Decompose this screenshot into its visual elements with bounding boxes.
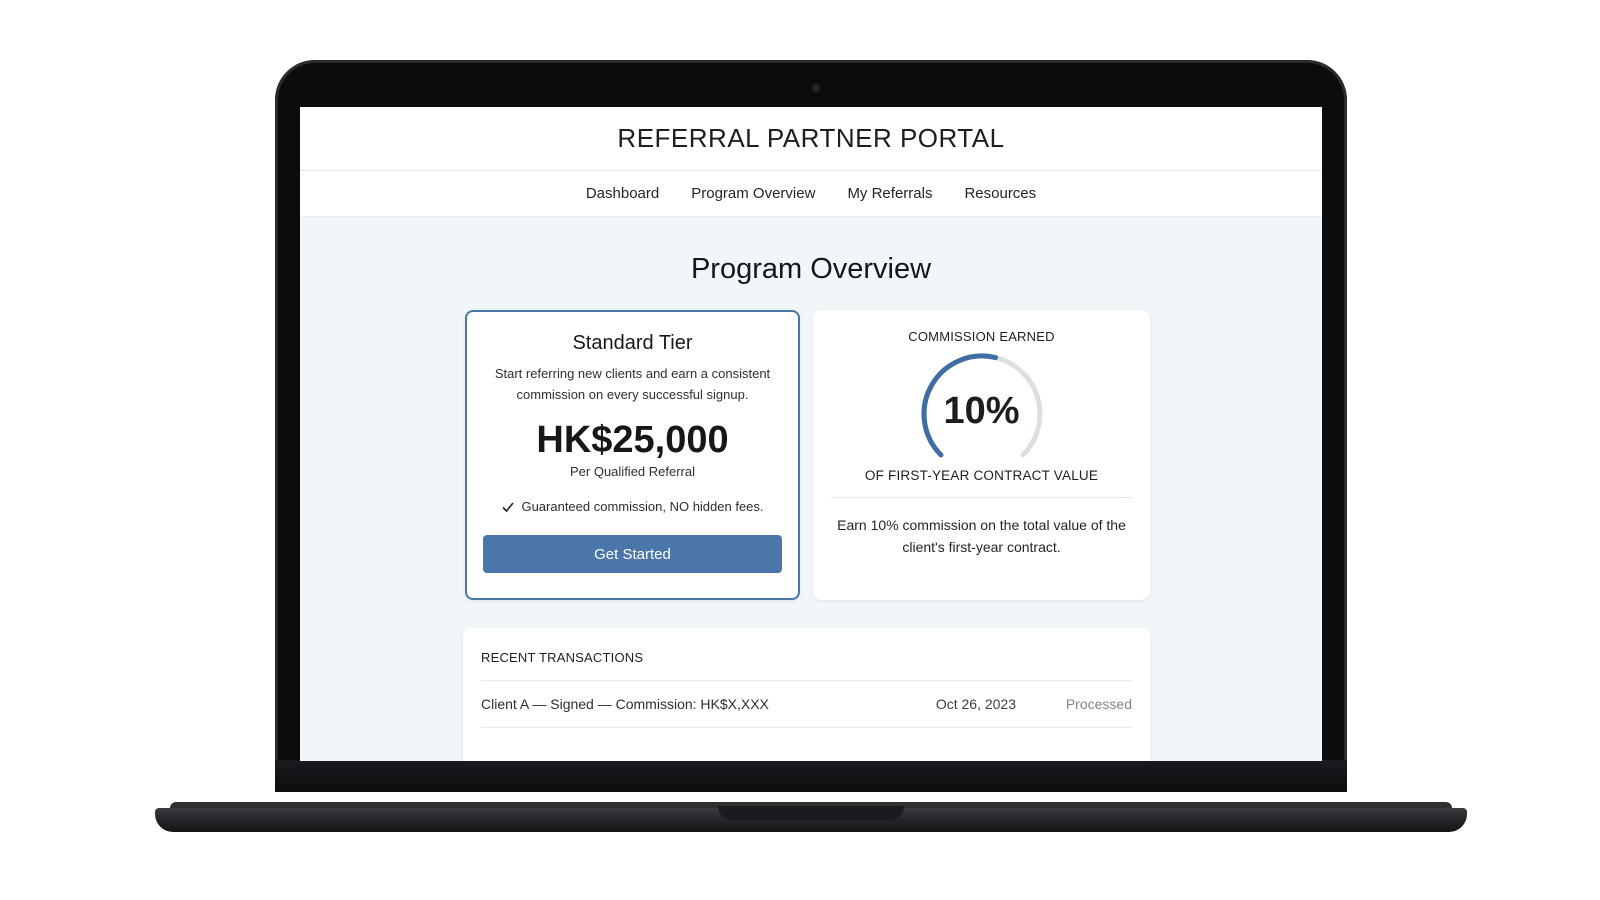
portal-header: REFERRAL PARTNER PORTAL: [300, 107, 1322, 171]
page-title: Program Overview: [690, 253, 932, 285]
tier-amount: HK$25,000: [536, 419, 729, 461]
commission-description: Earn 10% commission on the total value o…: [837, 517, 1126, 555]
nav-item-resources[interactable]: Resources: [964, 185, 1036, 202]
commission-card: COMMISSION EARNED 10% OF FIRST-YEAR CONT…: [813, 310, 1150, 600]
laptop-notch: [718, 806, 904, 820]
camera-icon: [812, 84, 820, 92]
transaction-date: Oct 26, 2023: [935, 696, 1017, 712]
transaction-status: Processed: [1065, 696, 1132, 712]
transaction-description: Client A — Signed — Commission: HK$X,XXX: [481, 696, 769, 712]
divider: [481, 727, 1132, 728]
nav-item-program-overview[interactable]: Program Overview: [691, 185, 815, 202]
nav-item-dashboard[interactable]: Dashboard: [586, 185, 659, 202]
guarantee-line: Guaranteed commission, NO hidden fees.: [467, 499, 798, 514]
get-started-button[interactable]: Get Started: [483, 535, 782, 573]
transactions-title: RECENT TRANSACTIONS: [481, 650, 644, 665]
nav-item-my-referrals[interactable]: My Referrals: [847, 185, 932, 202]
divider: [831, 497, 1132, 498]
commission-gauge: 10%: [907, 352, 1057, 472]
commission-title: COMMISSION EARNED: [908, 329, 1055, 344]
tier-name: Standard Tier: [572, 332, 693, 354]
portal-title: REFERRAL PARTNER PORTAL: [617, 123, 1005, 153]
tier-description: Start referring new clients and earn a c…: [494, 366, 771, 402]
guarantee-text: Guaranteed commission, NO hidden fees.: [521, 499, 764, 514]
commission-percent: 10%: [943, 390, 1020, 432]
transaction-row[interactable]: Client A — Signed — Commission: HK$X,XXX…: [463, 681, 1150, 727]
laptop-chin: [275, 760, 1347, 792]
main-nav: Dashboard Program Overview My Referrals …: [300, 171, 1322, 217]
tier-amount-caption: Per Qualified Referral: [570, 464, 695, 479]
check-icon: [502, 501, 515, 512]
recent-transactions-card: RECENT TRANSACTIONS Client A — Signed — …: [463, 628, 1150, 761]
standard-tier-card: Standard Tier Start referring new client…: [465, 310, 800, 600]
screen: REFERRAL PARTNER PORTAL Dashboard Progra…: [300, 107, 1322, 761]
